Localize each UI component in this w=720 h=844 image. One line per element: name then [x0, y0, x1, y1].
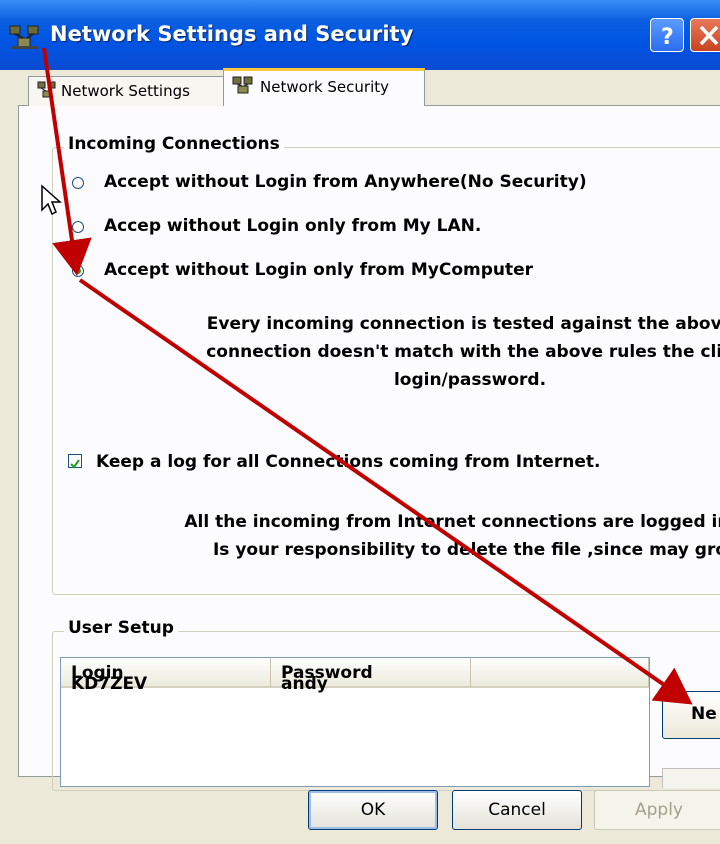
annotation-arrow-1 [42, 47, 92, 276]
annotation-arrow-2 [78, 278, 693, 705]
annotation-arrows [42, 47, 693, 705]
dialog-window: Network Settings and Security ? Network … [0, 0, 720, 844]
